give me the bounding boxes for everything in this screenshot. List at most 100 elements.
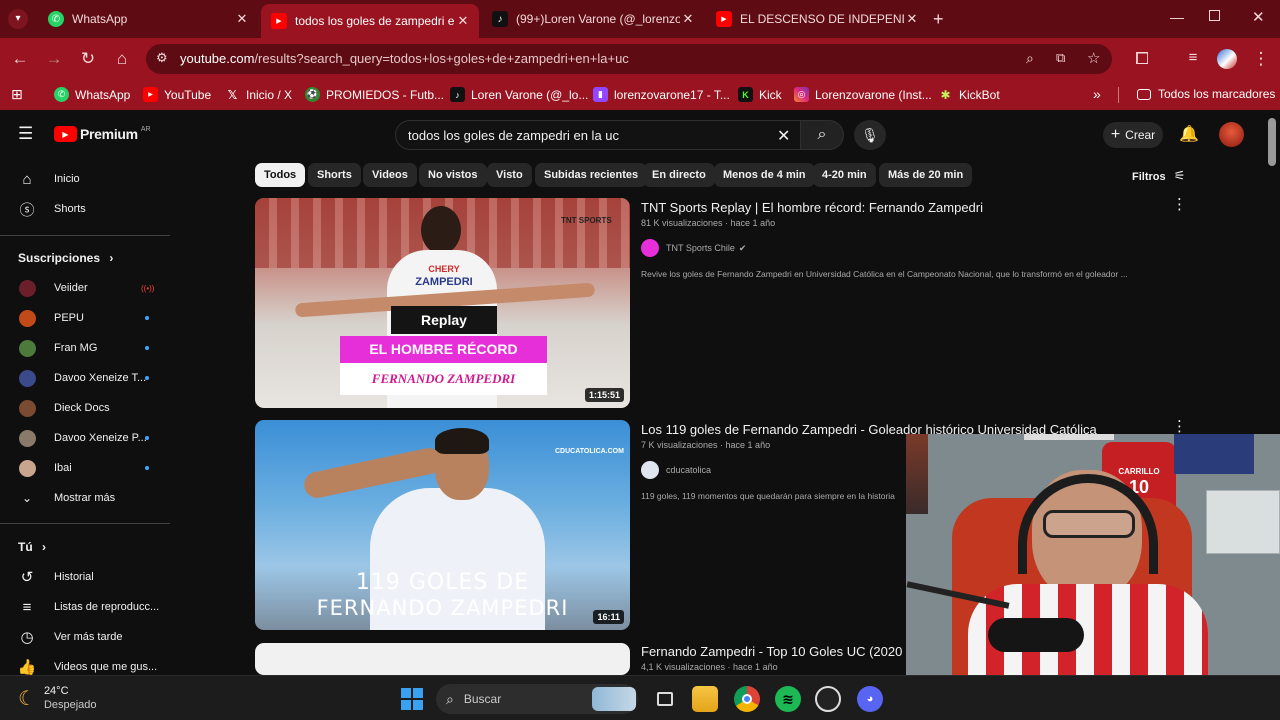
restore-button[interactable]: [1209, 10, 1220, 21]
minimize-button[interactable]: —: [1170, 9, 1184, 25]
more-options-icon[interactable]: ⋮: [1172, 417, 1187, 435]
bookmark-youtube[interactable]: ▶ YouTube: [143, 87, 211, 102]
channel-link[interactable]: TNT Sports Chile ✔: [641, 239, 746, 257]
sidebar-item-watch-later[interactable]: ◷ Ver más tarde: [0, 622, 170, 652]
obs-icon[interactable]: [815, 686, 841, 712]
tiktok-icon: ♪: [450, 87, 465, 102]
bookmark-kickbot[interactable]: ✱ KickBot: [938, 87, 999, 102]
youtube-logo[interactable]: ▶ Premium AR: [54, 126, 151, 142]
task-view-icon[interactable]: [652, 686, 678, 712]
home-icon[interactable]: ⌂: [111, 49, 133, 69]
page-scrollbar[interactable]: [1268, 118, 1276, 166]
close-icon[interactable]: ✕: [904, 11, 920, 27]
address-bar[interactable]: ⚙ youtube.com/results?search_query=todos…: [146, 44, 1112, 74]
close-icon[interactable]: ✕: [234, 11, 250, 27]
clear-search-icon[interactable]: ✕: [777, 126, 790, 146]
new-tab-button[interactable]: +: [933, 9, 944, 30]
sidebar-item-subscription[interactable]: PEPU: [0, 303, 170, 333]
you-header[interactable]: Tú ›: [18, 540, 46, 554]
bookmark-twitch[interactable]: ▮ lorenzovarone17 - T...: [593, 87, 730, 102]
tab-tiktok[interactable]: ♪ (99+)Loren Varone (@_lorenzov ✕: [482, 5, 704, 33]
bookmark-star-icon[interactable]: ☆: [1087, 49, 1100, 67]
chip-subidas-recientes[interactable]: Subidas recientes: [535, 163, 648, 187]
youtube-icon: ▶: [716, 11, 732, 27]
site-info-icon[interactable]: ⚙: [156, 50, 168, 66]
windows-start-icon[interactable]: [399, 686, 425, 712]
bookmark-promiedos[interactable]: ⚽ PROMIEDOS - Futb...: [305, 87, 444, 102]
chip-visto[interactable]: Visto: [487, 163, 532, 187]
sidebar-item-subscription[interactable]: Dieck Docs: [0, 393, 170, 423]
account-avatar[interactable]: [1219, 122, 1244, 147]
show-more-button[interactable]: ⌄ Mostrar más: [0, 483, 170, 513]
tab-youtube-search[interactable]: ▶ todos los goles de zampedri en ✕: [261, 4, 479, 38]
voice-search-button[interactable]: 🎙: [854, 120, 886, 150]
tab-whatsapp[interactable]: ✆ WhatsApp ✕: [38, 5, 258, 33]
bookmark-x[interactable]: 𝕏 Inicio / X: [225, 87, 292, 102]
search-input[interactable]: todos los goles de zampedri en la uc ✕: [395, 120, 805, 150]
discord-icon[interactable]: ◕: [857, 686, 883, 712]
taskbar-search[interactable]: ⌕ Buscar: [436, 684, 638, 714]
sidebar-item-history[interactable]: ↺ Historial: [0, 562, 170, 592]
subscriptions-header[interactable]: Suscripciones ›: [18, 251, 113, 265]
browser-tab-bar: ▾ ✆ WhatsApp ✕ ▶ todos los goles de zamp…: [0, 0, 1280, 38]
file-explorer-icon[interactable]: [692, 686, 718, 712]
filters-button[interactable]: Filtros ⚟: [1132, 168, 1185, 184]
bookmark-whatsapp[interactable]: ✆ WhatsApp: [54, 87, 130, 102]
chip-todos[interactable]: Todos: [255, 163, 306, 187]
install-app-icon[interactable]: ⧉: [1056, 50, 1065, 66]
chip-mas-20-min[interactable]: Más de 20 min: [879, 163, 973, 187]
tab-title: EL DESCENSO DE INDEPENDIE: [740, 12, 904, 26]
apps-icon[interactable]: ⊞: [11, 86, 23, 103]
bookmark-kick[interactable]: K Kick: [738, 87, 782, 102]
video-title[interactable]: TNT Sports Replay | El hombre récord: Fe…: [641, 200, 983, 215]
jersey-sponsor: CHERY: [428, 264, 460, 274]
search-button[interactable]: ⌕: [800, 120, 844, 150]
close-window-button[interactable]: ✕: [1252, 8, 1265, 26]
media-controls-icon[interactable]: ≡: [1182, 49, 1204, 66]
zoom-icon[interactable]: ⌕: [1026, 50, 1034, 67]
tab-youtube-descenso[interactable]: ▶ EL DESCENSO DE INDEPENDIE ✕: [706, 5, 928, 33]
reload-icon[interactable]: ↻: [77, 49, 99, 69]
forward-icon[interactable]: →: [43, 49, 65, 69]
chip-no-vistos[interactable]: No vistos: [419, 163, 487, 187]
video-title[interactable]: Fernando Zampedri - Top 10 Goles UC (202…: [641, 644, 902, 659]
menu-icon[interactable]: ⋮: [1250, 49, 1272, 69]
chip-shorts[interactable]: Shorts: [308, 163, 361, 187]
sidebar-item-subscription[interactable]: Fran MG: [0, 333, 170, 363]
more-bookmarks-icon[interactable]: »: [1093, 86, 1101, 102]
chip-menos-4-min[interactable]: Menos de 4 min: [714, 163, 815, 187]
video-thumbnail[interactable]: [255, 643, 630, 675]
spotify-icon[interactable]: ≋: [775, 686, 801, 712]
notifications-bell-icon[interactable]: 🔔: [1179, 124, 1199, 144]
channel-link[interactable]: cducatolica: [641, 461, 711, 479]
sidebar-item-shorts[interactable]: ⓢ Shorts: [0, 194, 170, 224]
sidebar-item-inicio[interactable]: ⌂ Inicio: [0, 164, 170, 194]
create-button[interactable]: + Crear: [1103, 122, 1163, 148]
chrome-icon[interactable]: [734, 686, 760, 712]
video-thumbnail[interactable]: CHERY ZAMPEDRI TNT SPORTS Replay EL HOMB…: [255, 198, 630, 408]
chip-en-directo[interactable]: En directo: [643, 163, 715, 187]
sidebar-item-playlists[interactable]: ≡ Listas de reproducc...: [0, 592, 170, 622]
profile-avatar[interactable]: [1217, 49, 1237, 69]
sidebar-item-subscription[interactable]: Davoo Xeneize P...: [0, 423, 170, 453]
chip-videos[interactable]: Videos: [363, 163, 417, 187]
hamburger-menu-icon[interactable]: ☰: [18, 124, 33, 144]
video-thumbnail[interactable]: CDUCATOLICA.COM 119 GOLES DE FERNANDO ZA…: [255, 420, 630, 630]
sidebar-item-subscription[interactable]: Ibai: [0, 453, 170, 483]
bookmark-instagram[interactable]: ◎ Lorenzovarone (Inst...: [794, 87, 932, 102]
tab-search-dropdown[interactable]: ▾: [8, 9, 28, 29]
all-bookmarks-folder[interactable]: Todos los marcadores: [1137, 87, 1275, 101]
avatar: [19, 429, 36, 447]
weather-widget[interactable]: ☾ 24°C Despejado: [18, 684, 97, 712]
extensions-icon[interactable]: ⧠: [1131, 49, 1153, 69]
close-icon[interactable]: ✕: [680, 11, 696, 27]
bookmark-tiktok[interactable]: ♪ Loren Varone (@_lo...: [450, 87, 588, 102]
close-icon[interactable]: ✕: [455, 13, 471, 29]
chip-4-20-min[interactable]: 4-20 min: [813, 163, 876, 187]
duration-badge: 1:15:51: [584, 388, 624, 402]
sidebar-item-subscription[interactable]: Davoo Xeneize T...: [0, 363, 170, 393]
video-description: 119 goles, 119 momentos que quedarán par…: [641, 491, 895, 501]
more-options-icon[interactable]: ⋮: [1172, 195, 1187, 213]
sidebar-item-subscription[interactable]: Veiider ((•)): [0, 273, 170, 303]
back-icon[interactable]: ←: [9, 49, 31, 69]
